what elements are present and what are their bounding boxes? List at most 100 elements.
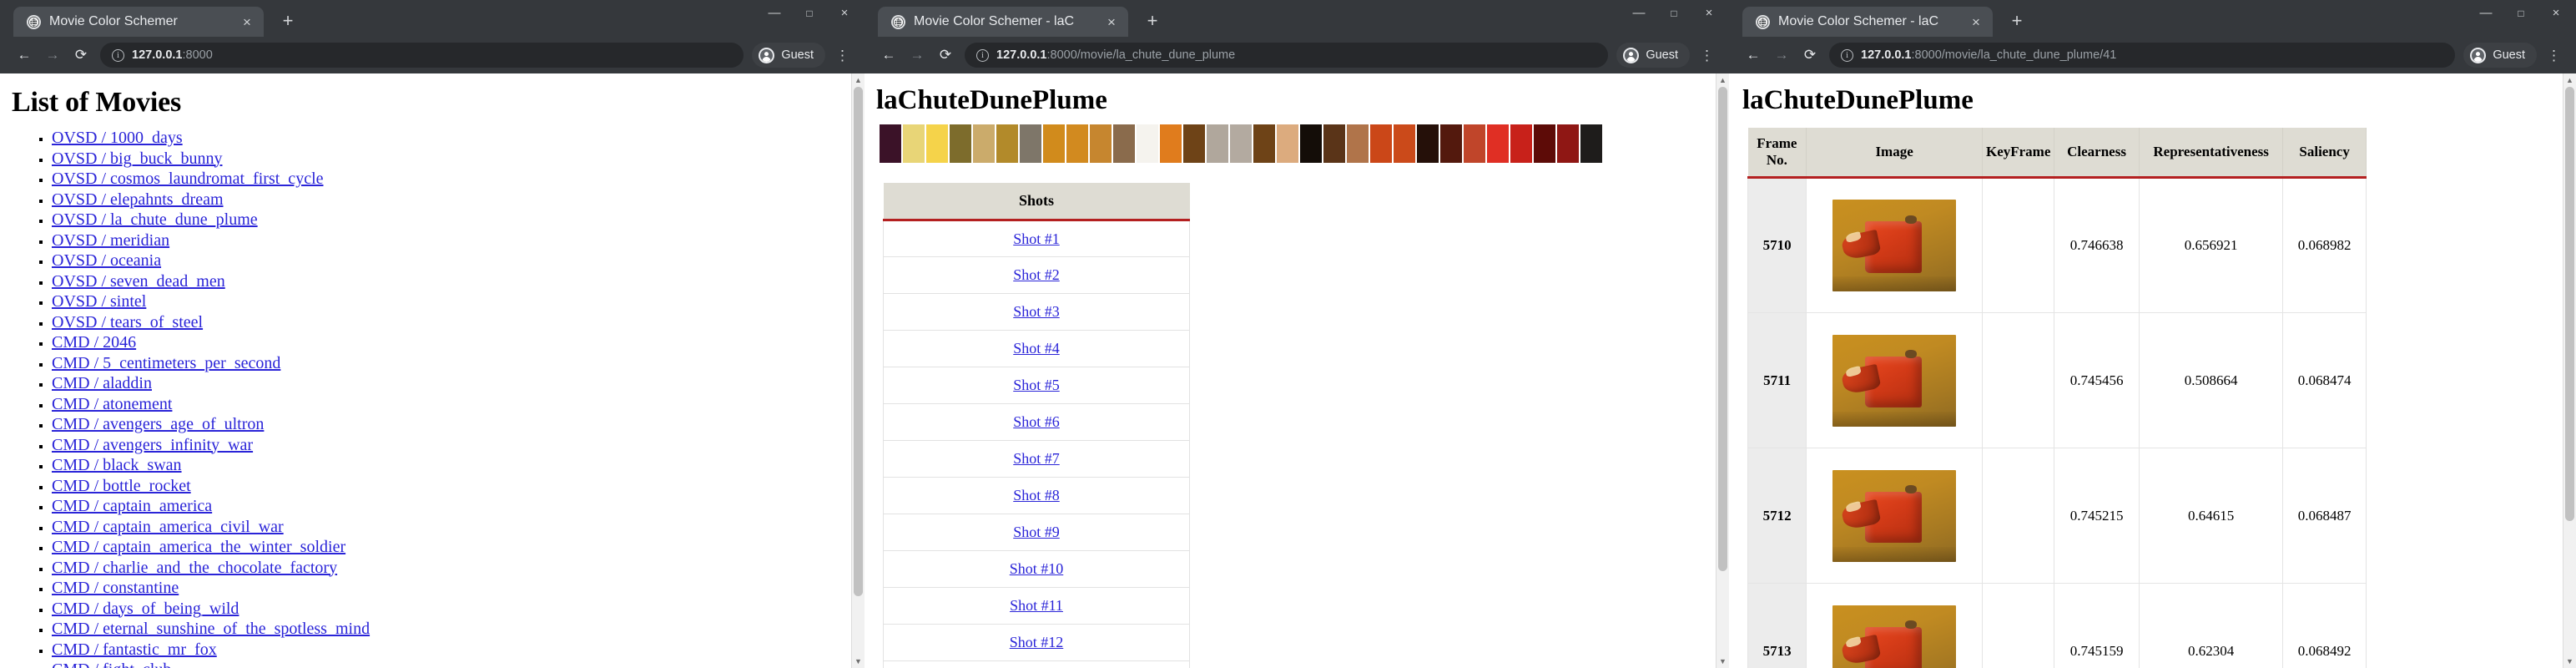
shot-link[interactable]: Shot #6: [1013, 413, 1060, 430]
scroll-up-arrow-icon[interactable]: ▲: [2563, 73, 2576, 87]
browser-menu-button[interactable]: ⋮: [1690, 48, 1719, 63]
list-item: OVSD / 1000_days: [52, 129, 851, 149]
browser-menu-button[interactable]: ⋮: [825, 48, 854, 63]
movie-link[interactable]: CMD / 2046: [52, 333, 136, 352]
movie-link[interactable]: CMD / eternal_sunshine_of_the_spotless_m…: [52, 620, 370, 638]
close-window-button[interactable]: ×: [1702, 7, 1716, 19]
movie-link[interactable]: OVSD / elepahnts_dream: [52, 190, 224, 209]
movie-link[interactable]: CMD / fight_club: [52, 660, 171, 668]
forward-button[interactable]: →: [1767, 41, 1796, 69]
movie-link[interactable]: CMD / avengers_infinity_war: [52, 436, 253, 454]
browser-tab[interactable]: Movie Color Schemer - laC ×: [1742, 7, 1993, 37]
address-bar-text: 127.0.0.1:8000/movie/la_chute_dune_plume…: [1861, 48, 2116, 62]
minimize-button[interactable]: —: [2479, 7, 2493, 19]
reload-button[interactable]: ⟳: [931, 41, 960, 69]
site-info-icon[interactable]: i: [112, 48, 124, 62]
movie-link[interactable]: CMD / captain_america: [52, 497, 212, 515]
movie-link[interactable]: CMD / black_swan: [52, 456, 182, 474]
scroll-down-arrow-icon[interactable]: ▼: [1716, 655, 1729, 668]
shot-link[interactable]: Shot #7: [1013, 450, 1060, 467]
scroll-down-arrow-icon[interactable]: ▼: [852, 655, 865, 668]
profile-button[interactable]: Guest: [2463, 43, 2537, 68]
movie-link[interactable]: OVSD / 1000_days: [52, 129, 183, 147]
new-tab-button[interactable]: +: [2006, 12, 2028, 30]
movie-link[interactable]: CMD / days_of_being_wild: [52, 600, 239, 618]
minimize-button[interactable]: —: [1632, 7, 1646, 19]
browser-menu-button[interactable]: ⋮: [2537, 48, 2566, 63]
scroll-down-arrow-icon[interactable]: ▼: [2563, 655, 2576, 668]
movie-link[interactable]: OVSD / la_chute_dune_plume: [52, 210, 258, 229]
movie-link[interactable]: OVSD / oceania: [52, 251, 161, 270]
movie-link[interactable]: OVSD / seven_dead_men: [52, 272, 225, 291]
shot-link[interactable]: Shot #4: [1013, 340, 1060, 357]
close-window-button[interactable]: ×: [838, 7, 851, 19]
address-bar[interactable]: i 127.0.0.1:8000: [100, 43, 744, 68]
maximize-button[interactable]: □: [2514, 8, 2528, 18]
scrollbar-thumb[interactable]: [2565, 87, 2574, 521]
movie-link[interactable]: OVSD / cosmos_laundromat_first_cycle: [52, 170, 324, 188]
movie-link[interactable]: OVSD / big_buck_bunny: [52, 149, 222, 168]
vertical-scrollbar[interactable]: ▲ ▼: [1716, 73, 1729, 668]
movie-link[interactable]: CMD / bottle_rocket: [52, 477, 191, 495]
list-item: CMD / captain_america_the_winter_soldier: [52, 538, 851, 559]
shot-link[interactable]: Shot #9: [1013, 524, 1060, 540]
tab-close-icon[interactable]: ×: [1103, 15, 1120, 29]
desktop: Movie Color Schemer × + — □ × ← → ⟳ i 12…: [0, 0, 2576, 668]
new-tab-button[interactable]: +: [1142, 12, 1163, 30]
tab-close-icon[interactable]: ×: [239, 15, 255, 29]
shot-link[interactable]: Shot #5: [1013, 377, 1060, 393]
vertical-scrollbar[interactable]: ▲ ▼: [851, 73, 865, 668]
forward-button[interactable]: →: [903, 41, 931, 69]
movie-link[interactable]: CMD / aladdin: [52, 374, 152, 392]
reload-button[interactable]: ⟳: [1796, 41, 1824, 69]
minimize-button[interactable]: —: [768, 7, 781, 19]
movie-link[interactable]: OVSD / tears_of_steel: [52, 313, 203, 331]
scrollbar-thumb[interactable]: [1718, 87, 1727, 571]
back-button[interactable]: ←: [10, 41, 38, 69]
shot-link[interactable]: Shot #1: [1013, 230, 1060, 247]
site-info-icon[interactable]: i: [976, 48, 989, 62]
reload-button[interactable]: ⟳: [67, 41, 95, 69]
back-button[interactable]: ←: [1739, 41, 1767, 69]
vertical-scrollbar[interactable]: ▲ ▼: [2563, 73, 2576, 668]
scroll-up-arrow-icon[interactable]: ▲: [1716, 73, 1729, 87]
maximize-button[interactable]: □: [1667, 8, 1681, 18]
movie-link[interactable]: CMD / charlie_and_the_chocolate_factory: [52, 559, 337, 577]
forward-button[interactable]: →: [38, 41, 67, 69]
color-swatch: [1300, 124, 1322, 163]
shot-link[interactable]: Shot #12: [1010, 634, 1064, 650]
shot-link[interactable]: Shot #11: [1010, 597, 1063, 614]
shot-link[interactable]: Shot #8: [1013, 487, 1060, 504]
new-tab-button[interactable]: +: [277, 12, 299, 30]
movie-link[interactable]: CMD / captain_america_civil_war: [52, 518, 284, 536]
browser-window-1: Movie Color Schemer × + — □ × ← → ⟳ i 12…: [0, 0, 865, 668]
close-window-button[interactable]: ×: [2549, 7, 2563, 19]
profile-button[interactable]: Guest: [1616, 43, 1690, 68]
movie-link[interactable]: CMD / constantine: [52, 579, 179, 597]
tab-close-icon[interactable]: ×: [1968, 15, 1984, 29]
movie-link[interactable]: OVSD / sintel: [52, 292, 146, 311]
address-bar[interactable]: i 127.0.0.1:8000/movie/la_chute_dune_plu…: [1829, 43, 2456, 68]
address-bar[interactable]: i 127.0.0.1:8000/movie/la_chute_dune_plu…: [965, 43, 1609, 68]
shot-link[interactable]: Shot #2: [1013, 266, 1060, 283]
movie-link[interactable]: CMD / avengers_age_of_ultron: [52, 415, 264, 433]
profile-button[interactable]: Guest: [752, 43, 825, 68]
shot-link[interactable]: Shot #10: [1010, 560, 1064, 577]
movie-link[interactable]: CMD / captain_america_the_winter_soldier: [52, 538, 345, 556]
scroll-up-arrow-icon[interactable]: ▲: [852, 73, 865, 87]
color-palette: [880, 124, 1716, 163]
browser-tab[interactable]: Movie Color Schemer ×: [13, 7, 264, 37]
back-button[interactable]: ←: [875, 41, 903, 69]
color-swatch: [1090, 124, 1112, 163]
scrollbar-thumb[interactable]: [854, 87, 863, 596]
site-info-icon[interactable]: i: [1841, 48, 1853, 62]
movie-link[interactable]: CMD / 5_centimeters_per_second: [52, 354, 280, 372]
movie-link[interactable]: CMD / fantastic_mr_fox: [52, 640, 217, 659]
browser-tab[interactable]: Movie Color Schemer - laC ×: [878, 7, 1128, 37]
column-header-frame-no: Frame No.: [1747, 128, 1807, 179]
movie-link[interactable]: CMD / atonement: [52, 395, 172, 413]
shot-link[interactable]: Shot #3: [1013, 303, 1060, 320]
movie-link[interactable]: OVSD / meridian: [52, 231, 169, 250]
table-row: 5712 0.745215 0.64615 0.068487: [1747, 448, 2367, 584]
maximize-button[interactable]: □: [803, 8, 816, 18]
